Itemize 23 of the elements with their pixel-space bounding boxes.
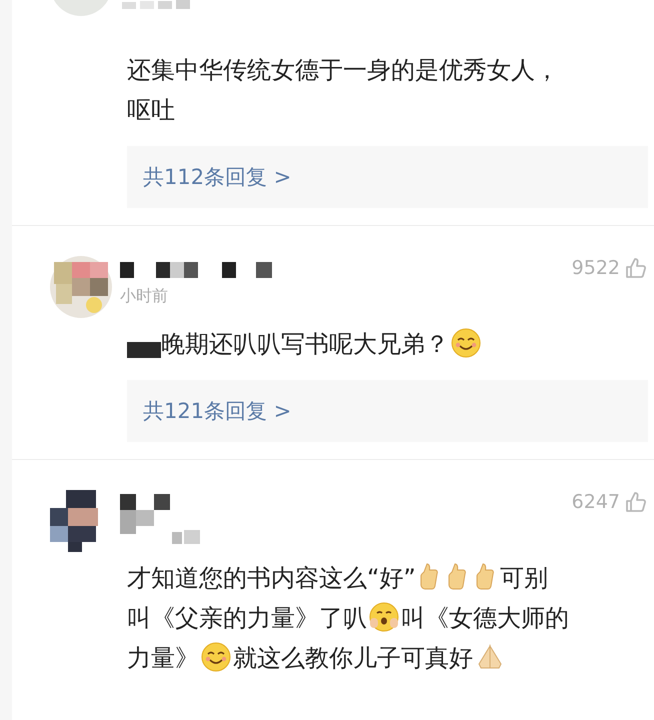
- like-count: 9522: [572, 257, 620, 279]
- redaction-mark: [127, 342, 161, 358]
- blurred-timestamp-drawing: [122, 0, 192, 10]
- comment-text: 才知道您的书内容这么“好”: [127, 564, 416, 592]
- comment-text: 就这么教你儿子可真好: [233, 644, 473, 672]
- comment-text: 还集中华传统女德于一身的是优秀女人，: [127, 56, 559, 84]
- comment-text: 可别: [500, 564, 548, 592]
- comment-text: 叫《父亲的力量》了叭: [127, 604, 367, 632]
- thumbs-up-icon[interactable]: [624, 490, 648, 514]
- like-count: 6247: [572, 491, 620, 513]
- thumbs-up-icon[interactable]: [624, 256, 648, 280]
- blushing-face-icon: [369, 602, 399, 632]
- comment-time: 小时前: [120, 286, 169, 307]
- replies-link[interactable]: 共112条回复 >: [127, 146, 648, 208]
- smiling-face-icon: [451, 328, 481, 358]
- redacted-name-drawing: [120, 494, 170, 534]
- comment-text: 呕吐: [127, 96, 175, 124]
- comment-text: 力量》: [127, 644, 199, 672]
- comment-text: 叫《女德大师的: [401, 604, 569, 632]
- comment-text: 晚期还叭叭写书呢大兄弟？: [161, 330, 449, 358]
- replies-link[interactable]: 共121条回复 >: [127, 380, 648, 442]
- blurred-timestamp-drawing: [172, 530, 202, 544]
- smiling-face-icon: [201, 642, 231, 672]
